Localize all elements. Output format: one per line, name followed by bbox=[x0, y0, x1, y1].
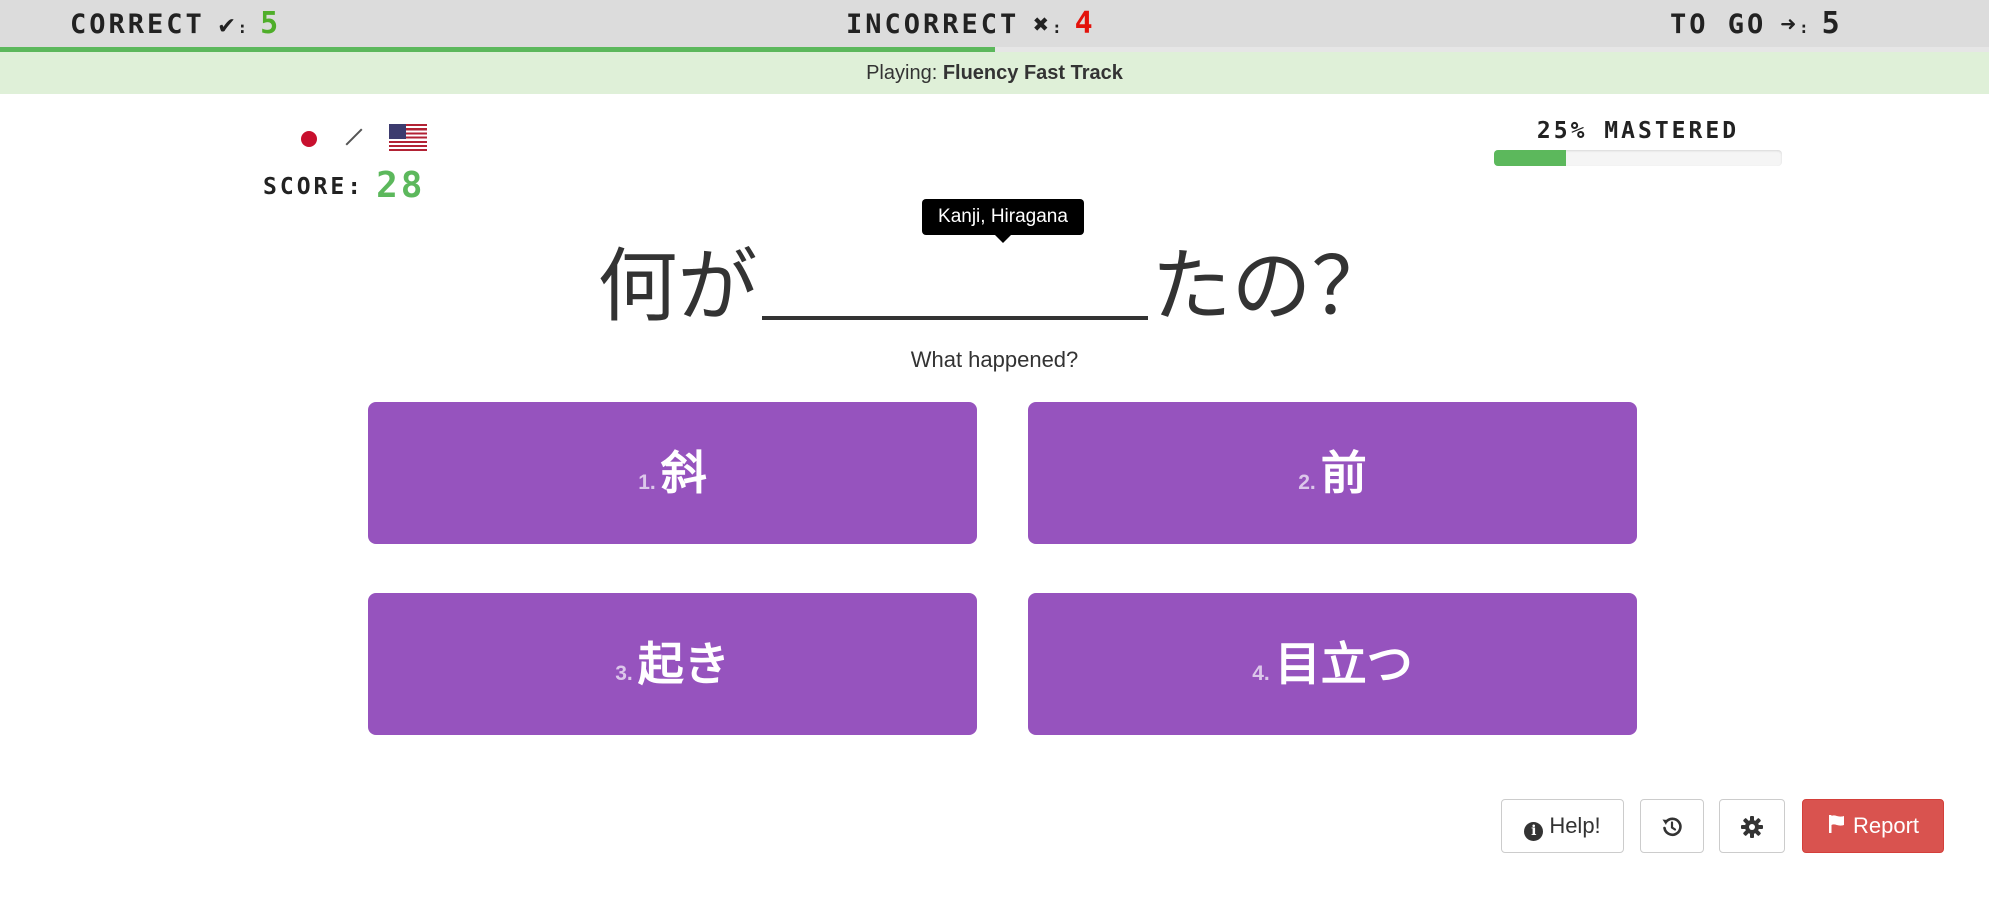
answer-index: 4. bbox=[1252, 662, 1270, 685]
answer-button-4[interactable]: 4. 目立つ bbox=[1028, 593, 1637, 735]
answer-index: 3. bbox=[615, 662, 633, 685]
question-before: 何が bbox=[597, 240, 758, 333]
answer-index: 2. bbox=[1298, 471, 1316, 494]
question-after: たの？ bbox=[1151, 240, 1392, 333]
to-go-colon: : bbox=[1798, 18, 1812, 37]
report-button[interactable]: Report bbox=[1802, 799, 1944, 853]
help-button[interactable]: i Help! bbox=[1501, 799, 1624, 853]
correct-colon: : bbox=[237, 18, 251, 37]
answer-text: 起き bbox=[637, 638, 730, 690]
checkmark-icon: ✔ bbox=[218, 10, 238, 40]
correct-count: 5 bbox=[260, 6, 282, 41]
history-button[interactable] bbox=[1640, 799, 1704, 853]
answer-text: 斜 bbox=[660, 447, 707, 499]
question-sentence: 何が たの？ bbox=[0, 236, 1989, 337]
score: SCORE: 28 bbox=[263, 168, 425, 205]
answer-index: 1. bbox=[638, 471, 656, 494]
mastery-label: 25% MASTERED bbox=[1536, 118, 1740, 144]
answer-text: 目立つ bbox=[1274, 638, 1413, 690]
to-go-count: 5 bbox=[1821, 6, 1843, 41]
arrow-right-icon: ➜ bbox=[1780, 10, 1799, 40]
info-icon: i bbox=[1524, 822, 1544, 841]
flag-usa-icon bbox=[389, 124, 427, 151]
answer-button-2[interactable]: 2. 前 bbox=[1028, 402, 1637, 544]
correct-label: CORRECT bbox=[70, 9, 205, 40]
answer-button-1[interactable]: 1. 斜 bbox=[368, 402, 977, 544]
report-label: Report bbox=[1852, 813, 1920, 838]
incorrect-stat: INCORRECT ✖: 4 bbox=[846, 6, 1096, 46]
playing-prefix: Playing: bbox=[866, 62, 938, 84]
answer-blank bbox=[761, 236, 1148, 320]
flag-japan-icon bbox=[296, 128, 322, 150]
settings-button[interactable] bbox=[1719, 799, 1785, 853]
mastery-progress-fill bbox=[1494, 150, 1566, 166]
score-label: SCORE: bbox=[263, 174, 365, 200]
incorrect-count: 4 bbox=[1074, 6, 1096, 41]
answer-text: 前 bbox=[1320, 447, 1367, 499]
stats-bar: CORRECT ✔: 5 INCORRECT ✖: 4 TO GO ➜: 5 bbox=[0, 0, 1989, 52]
incorrect-colon: : bbox=[1051, 18, 1065, 37]
gear-icon bbox=[1741, 816, 1763, 839]
history-icon bbox=[1662, 817, 1682, 837]
x-mark-icon: ✖ bbox=[1033, 10, 1052, 40]
score-value: 28 bbox=[376, 165, 426, 206]
deck-name: Fluency Fast Track bbox=[942, 62, 1123, 84]
answer-button-3[interactable]: 3. 起き bbox=[368, 593, 977, 735]
language-separator bbox=[346, 122, 360, 152]
mastery-progress-bar bbox=[1494, 150, 1782, 166]
question-translation: What happened? bbox=[910, 347, 1079, 372]
help-label: Help! bbox=[1549, 813, 1601, 838]
incorrect-label: INCORRECT bbox=[846, 9, 1020, 40]
to-go-stat: TO GO ➜: 5 bbox=[1670, 6, 1843, 46]
correct-stat: CORRECT ✔: 5 bbox=[70, 6, 281, 46]
script-tooltip: Kanji, Hiragana bbox=[922, 199, 1084, 243]
to-go-label: TO GO bbox=[1670, 9, 1767, 40]
flag-icon bbox=[1828, 815, 1844, 833]
playing-banner: Playing: Fluency Fast Track bbox=[0, 52, 1989, 94]
